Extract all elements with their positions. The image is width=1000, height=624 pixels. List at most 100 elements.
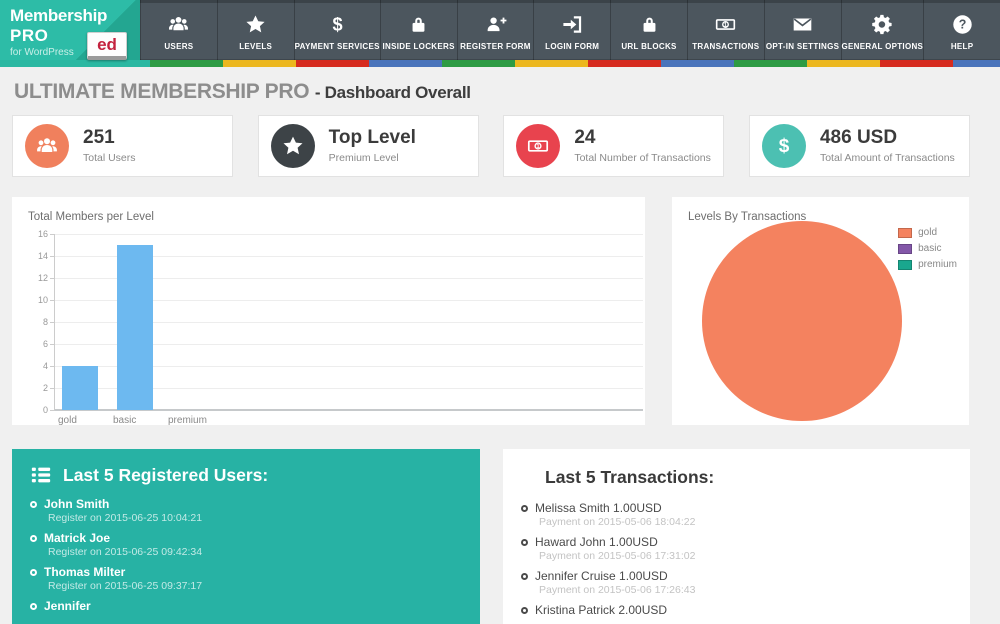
circle-bullet-icon [521, 505, 528, 512]
nav-item-transactions[interactable]: 1 TRANSACTIONS [687, 0, 764, 60]
svg-text:$: $ [779, 136, 790, 157]
charts-row: Total Members per Level 0246810121416gol… [12, 197, 970, 425]
legend-item-basic: basic [898, 243, 957, 254]
stat-card-total-amount-of-transactions: $486 USD Total Amount of Transactions [749, 115, 970, 177]
y-tick [50, 278, 55, 279]
ed-badge: ed [87, 32, 127, 60]
rainbow-strip [0, 60, 1000, 67]
transaction-item[interactable]: Kristina Patrick 2.00USD [521, 603, 952, 617]
stat-value: 251 [83, 128, 136, 149]
legend-item-gold: gold [898, 227, 957, 238]
y-tick [50, 344, 55, 345]
y-tick-label: 2 [27, 383, 48, 393]
nav-item-register-form[interactable]: REGISTER FORM [457, 0, 534, 60]
bottom-row: Last 5 Registered Users: John SmithRegis… [12, 449, 970, 624]
legend-swatch [898, 228, 912, 238]
stat-label: Total Amount of Transactions [820, 152, 955, 164]
y-tick [50, 388, 55, 389]
y-tick-label: 8 [27, 317, 48, 327]
nav-item-label: INSIDE LOCKERS [383, 42, 455, 51]
lock-icon [407, 12, 430, 36]
dollar-icon: $ [762, 124, 806, 168]
nav-item-users[interactable]: USERS [140, 0, 217, 60]
transaction-item-detail: Payment on 2015-05-06 17:31:02 [539, 550, 952, 562]
banknote-icon: 1 [516, 124, 560, 168]
circle-bullet-icon [30, 501, 37, 508]
y-tick [50, 322, 55, 323]
nav-item-label: PAYMENT SERVICES [295, 42, 380, 51]
nav-item-help[interactable]: ? HELP [923, 0, 1000, 60]
list-icon [30, 464, 52, 486]
gridline [55, 234, 643, 235]
transactions-panel: Last 5 Transactions: Melissa Smith 1.00U… [503, 449, 970, 624]
circle-bullet-icon [30, 569, 37, 576]
transactions-list: Melissa Smith 1.00USDPayment on 2015-05-… [521, 501, 952, 617]
pie-legend: gold basic premium [898, 227, 957, 275]
login-icon [561, 12, 584, 36]
svg-text:$: $ [332, 14, 342, 34]
nav-item-opt-in-settings[interactable]: OPT-IN SETTINGS [764, 0, 841, 60]
banknote-icon: 1 [714, 12, 737, 36]
logo-title: Membership [10, 6, 140, 26]
nav-item-label: USERS [164, 42, 193, 51]
circle-bullet-icon [30, 535, 37, 542]
nav-item-label: LOGIN FORM [545, 42, 599, 51]
registered-user-item-name[interactable]: Matrick Joe [44, 531, 110, 545]
registered-users-panel: Last 5 Registered Users: John SmithRegis… [12, 449, 480, 624]
nav-item-label: GENERAL OPTIONS [842, 42, 924, 51]
transaction-item-name[interactable]: Melissa Smith 1.00USD [535, 501, 662, 515]
transactions-title: Last 5 Transactions: [521, 467, 952, 488]
page-title: ULTIMATE MEMBERSHIP PRO - Dashboard Over… [14, 80, 970, 104]
registered-user-item[interactable]: Jennifer [30, 599, 462, 613]
dollar-icon: $ [326, 12, 349, 36]
x-tick-label: basic [113, 415, 136, 426]
nav-item-inside-lockers[interactable]: INSIDE LOCKERS [380, 0, 457, 60]
nav-item-label: TRANSACTIONS [692, 42, 759, 51]
nav-item-label: URL BLOCKS [621, 42, 676, 51]
y-tick-label: 4 [27, 361, 48, 371]
app-logo[interactable]: Membership PRO for WordPress ed [0, 0, 140, 60]
svg-text:1: 1 [537, 144, 540, 150]
registered-user-item[interactable]: Matrick JoeRegister on 2015-06-25 09:42:… [30, 531, 462, 558]
legend-label: gold [918, 227, 937, 238]
transaction-item[interactable]: Melissa Smith 1.00USDPayment on 2015-05-… [521, 501, 952, 528]
stat-label: Premium Level [329, 152, 416, 164]
bar-chart: 0246810121416goldbasicpremium [54, 234, 643, 410]
y-tick-label: 16 [27, 229, 48, 239]
transaction-item[interactable]: Haward John 1.00USDPayment on 2015-05-06… [521, 535, 952, 562]
nav-item-url-blocks[interactable]: URL BLOCKS [610, 0, 687, 60]
stat-value: 486 USD [820, 128, 955, 149]
registered-user-item[interactable]: John SmithRegister on 2015-06-25 10:04:2… [30, 497, 462, 524]
stat-card-total-number-of-transactions: 124Total Number of Transactions [503, 115, 724, 177]
nav-item-label: HELP [951, 42, 974, 51]
help-icon: ? [951, 12, 974, 36]
legend-label: premium [918, 259, 957, 270]
transaction-item-name[interactable]: Kristina Patrick 2.00USD [535, 603, 667, 617]
nav-item-general-options[interactable]: GENERAL OPTIONS [841, 0, 924, 60]
registered-user-item-name[interactable]: John Smith [44, 497, 109, 511]
transaction-item-detail: Payment on 2015-05-06 17:26:43 [539, 584, 952, 596]
legend-item-premium: premium [898, 259, 957, 270]
transaction-item-name[interactable]: Haward John 1.00USD [535, 535, 658, 549]
nav-item-payment-services[interactable]: $ PAYMENT SERVICES [294, 0, 380, 60]
nav-item-levels[interactable]: LEVELS [217, 0, 294, 60]
circle-bullet-icon [30, 603, 37, 610]
nav-item-login-form[interactable]: LOGIN FORM [533, 0, 610, 60]
y-tick-label: 10 [27, 295, 48, 305]
gear-icon [871, 12, 894, 36]
y-tick [50, 300, 55, 301]
bar-chart-title: Total Members per Level [28, 211, 629, 223]
pie-chart-card: Levels By Transactions gold basic premium [672, 197, 969, 425]
registered-user-item-name[interactable]: Jennifer [44, 599, 91, 613]
pie-chart-title: Levels By Transactions [688, 211, 953, 223]
x-tick-label: premium [168, 415, 207, 426]
registered-user-item[interactable]: Thomas MilterRegister on 2015-06-25 09:3… [30, 565, 462, 592]
svg-text:?: ? [958, 17, 966, 31]
transaction-item[interactable]: Jennifer Cruise 1.00USDPayment on 2015-0… [521, 569, 952, 596]
stat-value: Top Level [329, 128, 416, 149]
transaction-item-name[interactable]: Jennifer Cruise 1.00USD [535, 569, 668, 583]
y-tick-label: 6 [27, 339, 48, 349]
registered-user-item-name[interactable]: Thomas Milter [44, 565, 125, 579]
transaction-item-detail: Payment on 2015-05-06 18:04:22 [539, 516, 952, 528]
bar-chart-card: Total Members per Level 0246810121416gol… [12, 197, 645, 425]
